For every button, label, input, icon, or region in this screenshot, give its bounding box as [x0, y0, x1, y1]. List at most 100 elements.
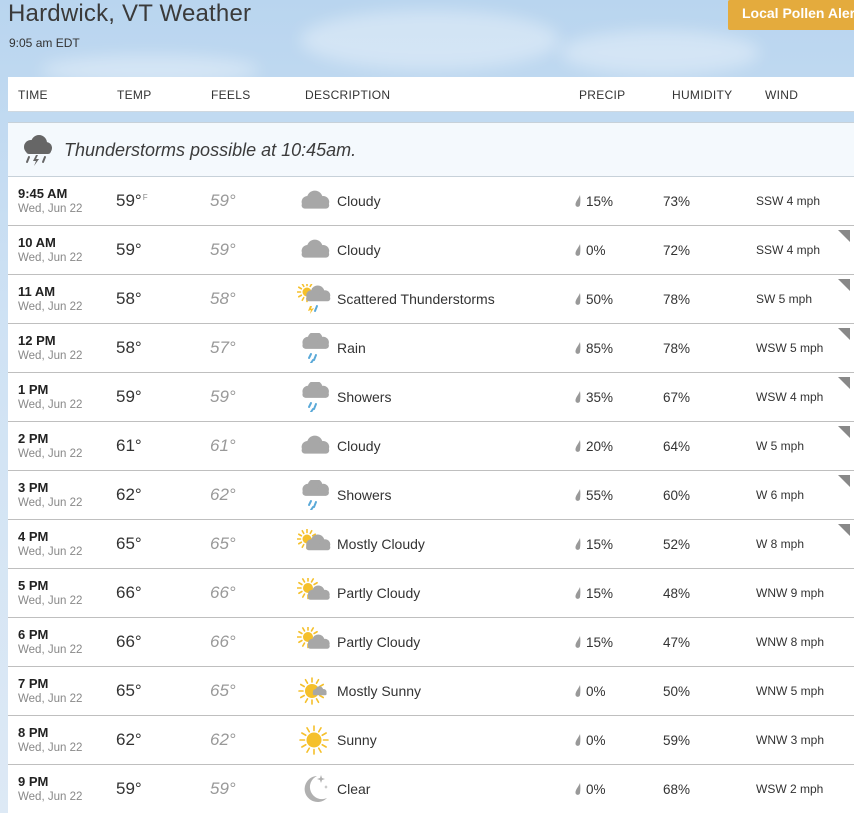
forecast-row[interactable]: 6 PM Wed, Jun 22 66° 66° Partly Cloudy 1… [8, 618, 854, 667]
col-humidity[interactable]: HUMIDITY [672, 88, 732, 102]
sunny-icon [297, 725, 331, 755]
forecast-row[interactable]: 9 PM Wed, Jun 22 59° 59° Clear 0% 68% WS… [8, 765, 854, 813]
showers-icon [297, 380, 331, 413]
row-precip: 15% [586, 194, 614, 209]
row-wind: SW 5 mph [756, 292, 813, 306]
raindrop-icon [575, 195, 581, 207]
row-time: 10 AM [18, 235, 56, 250]
row-description: Cloudy [337, 438, 381, 454]
row-feels: 58° [210, 289, 236, 308]
raindrop-icon [575, 685, 581, 697]
row-humidity: 47% [663, 635, 691, 650]
row-feels: 61° [210, 436, 236, 455]
row-time: 12 PM [18, 333, 56, 348]
forecast-row[interactable]: 12 PM Wed, Jun 22 58° 57° Rain 85% 78% W… [8, 324, 854, 373]
row-description: Rain [337, 340, 366, 356]
expand-corner-icon[interactable] [838, 377, 850, 389]
row-date: Wed, Jun 22 [18, 497, 83, 509]
expand-corner-icon[interactable] [838, 426, 850, 438]
expand-corner-icon[interactable] [838, 475, 850, 487]
sky-cloud [300, 10, 560, 70]
raindrop-icon [575, 783, 581, 795]
row-wind: WNW 9 mph [756, 586, 825, 600]
expand-corner-icon[interactable] [838, 230, 850, 242]
row-precip: 35% [586, 390, 614, 405]
row-feels: 59° [210, 387, 236, 406]
forecast-row[interactable]: 11 AM Wed, Jun 22 58° 58° Scattered Thun… [8, 275, 854, 324]
forecast-row[interactable]: 4 PM Wed, Jun 22 65° 65° Mostly Cloudy 1… [8, 520, 854, 569]
forecast-row[interactable]: 10 AM Wed, Jun 22 59° 59° Cloudy 0% 72% … [8, 226, 854, 275]
pollen-alert-button[interactable]: Local Pollen Alert [728, 0, 854, 30]
row-humidity: 78% [663, 292, 691, 307]
col-description[interactable]: DESCRIPTION [305, 88, 390, 102]
forecast-row[interactable]: 3 PM Wed, Jun 22 62° 62° Showers 55% 60%… [8, 471, 854, 520]
thunderstorm-cloud-icon [24, 135, 52, 166]
row-precip: 0% [586, 733, 606, 748]
row-description: Partly Cloudy [337, 634, 421, 650]
row-feels: 65° [210, 534, 236, 553]
expand-corner-icon[interactable] [838, 328, 850, 340]
row-date: Wed, Jun 22 [18, 350, 83, 362]
col-precip[interactable]: PRECIP [579, 88, 625, 102]
row-date: Wed, Jun 22 [18, 791, 83, 803]
raindrop-icon [575, 244, 581, 256]
forecast-row[interactable]: 5 PM Wed, Jun 22 66° 66° Partly Cloudy 1… [8, 569, 854, 618]
row-wind: WNW 3 mph [756, 733, 825, 747]
row-time: 5 PM [18, 578, 49, 593]
row-time: 1 PM [18, 382, 49, 397]
row-temp: 65° [116, 681, 142, 700]
row-description: Showers [337, 389, 392, 405]
row-temp: 58° [116, 289, 142, 308]
row-feels: 59° [210, 779, 236, 798]
alert-text: Thunderstorms possible at 10:45am. [64, 140, 357, 160]
row-humidity: 78% [663, 341, 691, 356]
row-time: 8 PM [18, 725, 49, 740]
row-wind: SSW 4 mph [756, 243, 821, 257]
forecast-row[interactable]: 8 PM Wed, Jun 22 62° 62° Sunny 0% 59% WN… [8, 716, 854, 765]
expand-corner-icon[interactable] [838, 279, 850, 291]
raindrop-icon [575, 587, 581, 599]
row-description: Clear [337, 781, 371, 797]
row-temp: 62° [116, 485, 142, 504]
row-feels: 59° [210, 191, 236, 210]
row-humidity: 73% [663, 194, 691, 209]
hourly-forecast-panel: TIME TEMP FEELS DESCRIPTION PRECIP HUMID… [8, 77, 854, 813]
scattered-thunderstorms-icon [296, 281, 331, 314]
row-feels: 65° [210, 681, 236, 700]
forecast-row[interactable]: 9:45 AM Wed, Jun 22 59°F 59° Cloudy 15% … [8, 177, 854, 226]
forecast-row[interactable]: 1 PM Wed, Jun 22 59° 59° Showers 35% 67%… [8, 373, 854, 422]
row-precip: 0% [586, 782, 606, 797]
row-feels: 57° [210, 338, 236, 357]
row-temp: 59° [116, 779, 142, 798]
row-wind: W 5 mph [756, 439, 805, 453]
row-date: Wed, Jun 22 [18, 301, 83, 313]
raindrop-icon [575, 538, 581, 550]
row-time: 9:45 AM [18, 186, 68, 201]
row-date: Wed, Jun 22 [18, 693, 83, 705]
row-temp: 66° [116, 632, 142, 651]
thunderstorm-alert[interactable]: Thunderstorms possible at 10:45am. [8, 122, 854, 177]
col-temp[interactable]: TEMP [117, 88, 152, 102]
partly-cloudy-icon [296, 625, 331, 657]
col-wind[interactable]: WIND [765, 88, 798, 102]
forecast-row[interactable]: 7 PM Wed, Jun 22 65° 65° Mostly Sunny 0%… [8, 667, 854, 716]
mostly-sunny-icon [297, 676, 331, 706]
col-feels[interactable]: FEELS [211, 88, 251, 102]
row-precip: 0% [586, 243, 606, 258]
row-wind: WSW 5 mph [756, 341, 824, 355]
row-precip: 50% [586, 292, 614, 307]
temp-unit: F [142, 193, 148, 202]
row-time: 9 PM [18, 774, 49, 789]
row-description: Sunny [337, 732, 377, 748]
row-temp: 59° [116, 240, 142, 259]
cloudy-icon [297, 235, 331, 265]
row-date: Wed, Jun 22 [18, 595, 83, 607]
row-precip: 15% [586, 586, 614, 601]
col-time[interactable]: TIME [18, 88, 48, 102]
forecast-row[interactable]: 2 PM Wed, Jun 22 61° 61° Cloudy 20% 64% … [8, 422, 854, 471]
row-temp: 59°F [116, 191, 148, 210]
expand-corner-icon[interactable] [838, 524, 850, 536]
row-temp: 61° [116, 436, 142, 455]
row-precip: 55% [586, 488, 614, 503]
row-wind: WSW 4 mph [756, 390, 824, 404]
